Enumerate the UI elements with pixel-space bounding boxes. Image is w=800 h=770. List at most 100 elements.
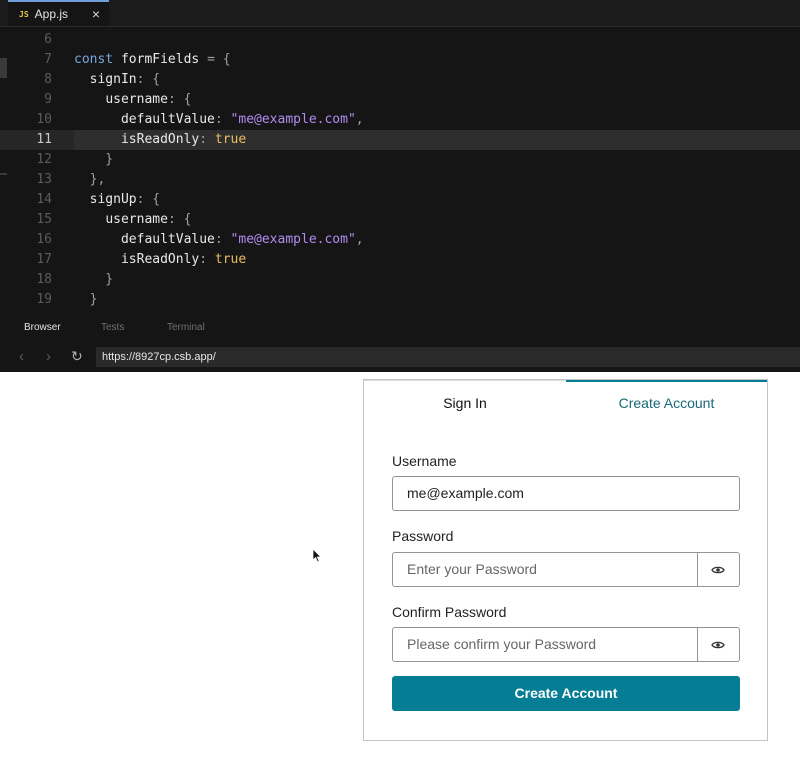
reload-icon[interactable]: ↻ bbox=[71, 348, 83, 365]
code-line[interactable]: 15 username: { bbox=[0, 210, 800, 230]
url-input[interactable]: https://8927cp.csb.app/ bbox=[96, 347, 800, 367]
code-token: }, bbox=[74, 172, 106, 187]
line-number: 13 bbox=[36, 172, 52, 187]
code-token: formFields bbox=[120, 52, 200, 67]
line-number: 15 bbox=[36, 212, 52, 227]
line-number: 14 bbox=[36, 192, 52, 207]
confirm-password-input[interactable]: Please confirm your Password bbox=[392, 627, 698, 662]
line-number: 11 bbox=[36, 132, 52, 147]
code-line[interactable]: 13 }, bbox=[0, 170, 800, 190]
code-text: } bbox=[74, 150, 113, 170]
code-text: username: { bbox=[74, 210, 191, 230]
code-token: } bbox=[74, 292, 98, 307]
line-number: 9 bbox=[44, 92, 52, 107]
tab-sign-in[interactable]: Sign In bbox=[364, 380, 566, 425]
code-token: : { bbox=[167, 92, 192, 107]
code-token: signUp bbox=[89, 192, 137, 207]
code-text: signIn: { bbox=[74, 70, 160, 90]
code-token: "me@example.com" bbox=[230, 232, 356, 247]
code-text: const formFields = { bbox=[74, 50, 231, 70]
code-line[interactable]: 18 } bbox=[0, 270, 800, 290]
browser-address-bar: ‹ › ↻ https://8927cp.csb.app/ bbox=[0, 342, 800, 372]
code-text: isReadOnly: true bbox=[74, 130, 246, 150]
code-line[interactable]: 6 bbox=[0, 30, 800, 50]
code-text: } bbox=[74, 270, 113, 290]
show-password-button[interactable] bbox=[697, 552, 740, 587]
mouse-pointer-icon bbox=[312, 548, 322, 563]
code-token: : bbox=[214, 112, 231, 127]
code-token: = { bbox=[199, 52, 231, 67]
forward-arrow-icon[interactable]: › bbox=[46, 348, 51, 365]
browser-preview: Sign In Create Account Username me@examp… bbox=[0, 372, 800, 770]
tab-create-account[interactable]: Create Account bbox=[566, 380, 767, 424]
code-token: isReadOnly bbox=[120, 252, 200, 267]
line-number: 6 bbox=[44, 32, 52, 47]
code-area[interactable]: 6 7 const formFields = {8 signIn: {9 usern… bbox=[0, 30, 800, 314]
code-token: true bbox=[214, 252, 247, 267]
code-line[interactable]: 12 } bbox=[0, 150, 800, 170]
panel-tab-terminal[interactable]: Terminal bbox=[167, 322, 205, 333]
code-token: isReadOnly bbox=[120, 132, 200, 147]
line-number: 10 bbox=[36, 112, 52, 127]
password-input[interactable]: Enter your Password bbox=[392, 552, 698, 587]
code-token: , bbox=[355, 112, 364, 127]
back-arrow-icon[interactable]: ‹ bbox=[19, 348, 24, 365]
code-line[interactable]: 19 } bbox=[0, 290, 800, 310]
file-tab-app-js[interactable]: JS App.js × bbox=[8, 0, 109, 26]
code-token: true bbox=[214, 132, 247, 147]
code-token: : { bbox=[136, 72, 161, 87]
code-line[interactable]: 17 isReadOnly: true bbox=[0, 250, 800, 270]
eye-icon bbox=[711, 566, 725, 573]
code-text: signUp: { bbox=[74, 190, 160, 210]
eye-icon bbox=[711, 641, 725, 648]
code-line[interactable]: 16 defaultValue: "me@example.com", bbox=[0, 230, 800, 250]
code-token: defaultValue bbox=[120, 232, 215, 247]
js-file-icon: JS bbox=[19, 9, 29, 19]
code-token: : { bbox=[136, 192, 161, 207]
line-number: 17 bbox=[36, 252, 52, 267]
code-text: defaultValue: "me@example.com", bbox=[74, 230, 364, 250]
code-token: defaultValue bbox=[120, 112, 215, 127]
create-account-button[interactable]: Create Account bbox=[392, 676, 740, 711]
line-number: 8 bbox=[44, 72, 52, 87]
line-number: 18 bbox=[36, 272, 52, 287]
code-token: : bbox=[214, 232, 231, 247]
username-label: Username bbox=[392, 453, 457, 469]
code-token: , bbox=[355, 232, 364, 247]
panel-tab-tests[interactable]: Tests bbox=[101, 322, 124, 333]
code-line[interactable]: 10 defaultValue: "me@example.com", bbox=[0, 110, 800, 130]
code-text: }, bbox=[74, 170, 106, 190]
password-label: Password bbox=[392, 528, 454, 544]
code-text: username: { bbox=[74, 90, 191, 110]
code-token: const bbox=[74, 52, 121, 67]
line-number: 12 bbox=[36, 152, 52, 167]
panel-tab-browser[interactable]: Browser bbox=[24, 322, 61, 333]
code-line[interactable]: 11 isReadOnly: true bbox=[0, 130, 800, 150]
close-icon[interactable]: × bbox=[92, 6, 100, 22]
line-number: 16 bbox=[36, 232, 52, 247]
line-number: 7 bbox=[44, 52, 52, 67]
show-confirm-password-button[interactable] bbox=[697, 627, 740, 662]
code-token: : bbox=[199, 252, 215, 267]
code-token: username bbox=[105, 212, 168, 227]
code-line[interactable]: 7 const formFields = { bbox=[0, 50, 800, 70]
code-line[interactable]: 8 signIn: { bbox=[0, 70, 800, 90]
line-number: 19 bbox=[36, 292, 52, 307]
file-tab-label: App.js bbox=[34, 7, 68, 21]
code-line[interactable]: 14 signUp: { bbox=[0, 190, 800, 210]
code-line[interactable]: 9 username: { bbox=[0, 90, 800, 110]
code-token: : { bbox=[167, 212, 192, 227]
code-text: defaultValue: "me@example.com", bbox=[74, 110, 364, 130]
confirm-password-label: Confirm Password bbox=[392, 604, 507, 620]
code-token: : bbox=[199, 132, 215, 147]
username-input[interactable]: me@example.com bbox=[392, 476, 740, 511]
code-token: "me@example.com" bbox=[230, 112, 356, 127]
